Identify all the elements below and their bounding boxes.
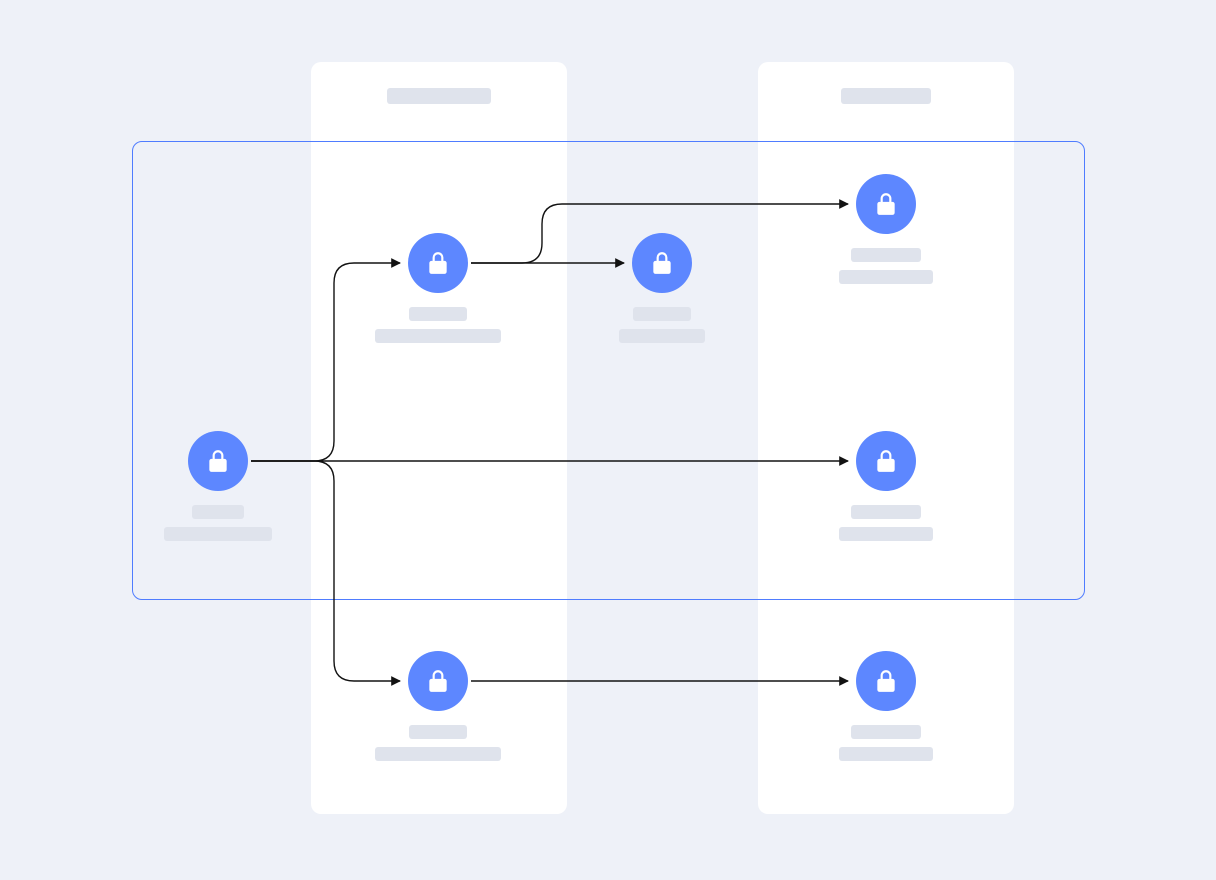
node-text-placeholder <box>409 725 467 739</box>
lock-icon <box>649 250 675 276</box>
node-text-placeholder <box>851 505 921 519</box>
lock-node <box>408 651 468 711</box>
column-header-placeholder <box>387 88 491 104</box>
node-text-placeholder <box>375 747 501 761</box>
lock-node <box>856 431 916 491</box>
node-text-placeholder <box>851 725 921 739</box>
lock-node <box>408 233 468 293</box>
column-header-placeholder <box>841 88 931 104</box>
node-text-placeholder <box>633 307 691 321</box>
node-text-placeholder <box>839 527 933 541</box>
lock-node <box>188 431 248 491</box>
lock-node <box>632 233 692 293</box>
node-text-placeholder <box>409 307 467 321</box>
lock-node <box>856 651 916 711</box>
lock-icon <box>873 448 899 474</box>
selection-box <box>132 141 1085 600</box>
lock-icon <box>873 191 899 217</box>
lock-icon <box>425 250 451 276</box>
lock-node <box>856 174 916 234</box>
node-text-placeholder <box>851 248 921 262</box>
node-text-placeholder <box>164 527 272 541</box>
node-text-placeholder <box>619 329 705 343</box>
node-text-placeholder <box>192 505 244 519</box>
lock-icon <box>425 668 451 694</box>
node-text-placeholder <box>839 270 933 284</box>
lock-icon <box>873 668 899 694</box>
node-text-placeholder <box>375 329 501 343</box>
node-text-placeholder <box>839 747 933 761</box>
lock-icon <box>205 448 231 474</box>
